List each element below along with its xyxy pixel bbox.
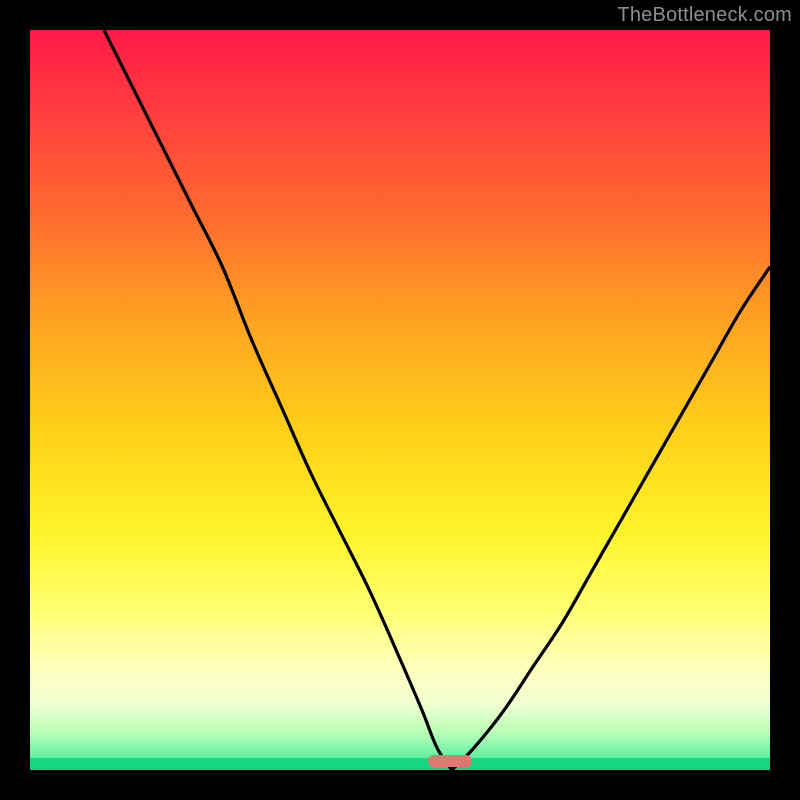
curve-right-branch bbox=[452, 267, 770, 770]
curve-left-branch bbox=[104, 30, 452, 770]
plot-area bbox=[30, 30, 770, 770]
green-baseline-strip bbox=[30, 758, 770, 770]
watermark-text: TheBottleneck.com bbox=[617, 4, 792, 27]
bottleneck-curve bbox=[30, 30, 770, 770]
bottleneck-marker bbox=[428, 755, 472, 767]
chart-stage: TheBottleneck.com bbox=[0, 0, 800, 800]
